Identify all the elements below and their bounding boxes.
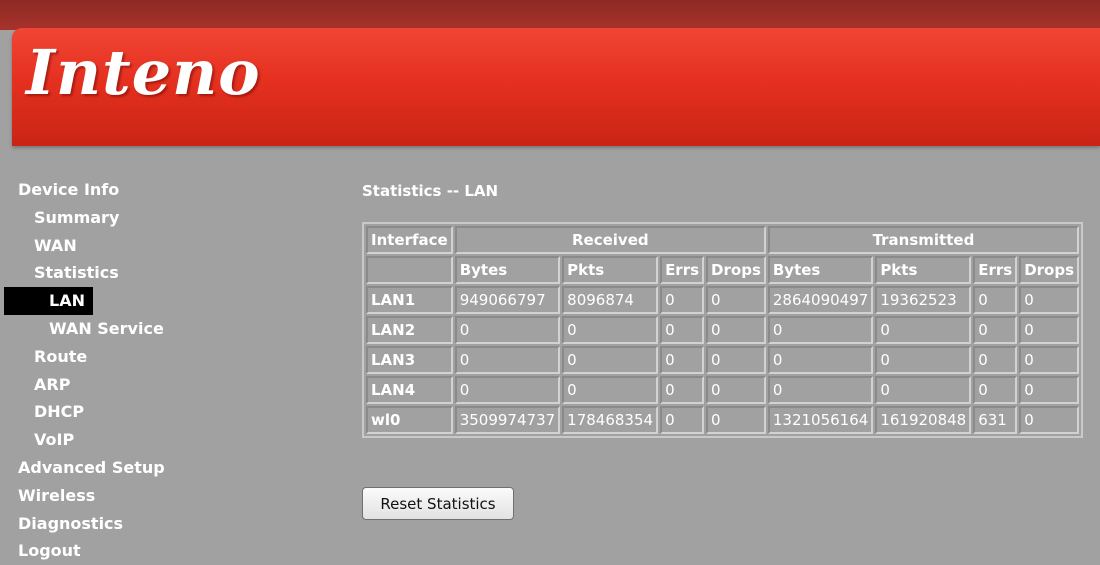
rx-pkts-cell: 0 [562,376,659,404]
interface-header: Interface [366,226,453,254]
tx-bytes-cell: 0 [767,376,874,404]
tx-drops-header: Drops [1019,256,1080,284]
tx-drops-cell: 0 [1019,316,1080,344]
rx-errs-cell: 0 [660,376,705,404]
page-title: Statistics -- LAN [362,182,499,200]
top-band [0,0,1100,30]
rx-drops-cell: 0 [706,376,766,404]
nav-route[interactable]: Route [0,343,330,371]
interface-name: LAN4 [366,376,453,404]
tx-bytes-cell: 1321056164 [767,406,874,434]
tx-drops-cell: 0 [1019,376,1080,404]
rx-pkts-cell: 178468354 [562,406,659,434]
sidebar-nav: Device Info Summary WAN Statistics LAN W… [0,176,330,565]
rx-drops-cell: 0 [706,346,766,374]
tx-errs-header: Errs [973,256,1018,284]
inteno-logo: Inteno [26,36,261,109]
rx-drops-cell: 0 [706,316,766,344]
nav-summary[interactable]: Summary [0,204,330,232]
nav-lan[interactable]: LAN [4,287,93,315]
rx-bytes-cell: 0 [454,316,561,344]
rx-pkts-cell: 8096874 [562,286,659,314]
tx-pkts-cell: 0 [875,316,972,344]
rx-bytes-cell: 949066797 [454,286,561,314]
rx-drops-cell: 0 [706,406,766,434]
nav-statistics[interactable]: Statistics [0,259,330,287]
rx-bytes-cell: 0 [454,346,561,374]
nav-advanced-setup[interactable]: Advanced Setup [0,454,330,482]
table-group-header-row: Interface Received Transmitted [366,226,1080,254]
tx-bytes-cell: 0 [767,316,874,344]
rx-bytes-header: Bytes [454,256,561,284]
interface-name: wl0 [366,406,453,434]
rx-pkts-cell: 0 [562,346,659,374]
nav-wireless[interactable]: Wireless [0,482,330,510]
tx-pkts-cell: 0 [875,376,972,404]
nav-voip[interactable]: VoIP [0,426,330,454]
tx-pkts-cell: 0 [875,346,972,374]
rx-bytes-cell: 0 [454,376,561,404]
table-row: LAN2 0 0 0 0 0 0 0 0 [366,316,1080,344]
table-row: LAN3 0 0 0 0 0 0 0 0 [366,346,1080,374]
rx-errs-cell: 0 [660,316,705,344]
tx-drops-cell: 0 [1019,286,1080,314]
tx-pkts-cell: 161920848 [875,406,972,434]
table-subheader-row: Bytes Pkts Errs Drops Bytes Pkts Errs Dr… [366,256,1080,284]
tx-errs-cell: 0 [973,376,1018,404]
rx-errs-cell: 0 [660,286,705,314]
interface-name: LAN2 [366,316,453,344]
nav-device-info[interactable]: Device Info [0,176,330,204]
table-row: LAN4 0 0 0 0 0 0 0 0 [366,376,1080,404]
interface-name: LAN1 [366,286,453,314]
received-header: Received [454,226,766,254]
nav-diagnostics[interactable]: Diagnostics [0,510,330,538]
transmitted-header: Transmitted [767,226,1080,254]
rx-pkts-header: Pkts [562,256,659,284]
tx-pkts-header: Pkts [875,256,972,284]
tx-errs-cell: 631 [973,406,1018,434]
nav-logout[interactable]: Logout [0,537,330,565]
table-row: LAN1 949066797 8096874 0 0 2864090497 19… [366,286,1080,314]
tx-errs-cell: 0 [973,316,1018,344]
nav-wan[interactable]: WAN [0,232,330,260]
blank-header-cell [366,256,453,284]
nav-arp[interactable]: ARP [0,371,330,399]
tx-bytes-cell: 2864090497 [767,286,874,314]
interface-name: LAN3 [366,346,453,374]
table-row: wl0 3509974737 178468354 0 0 1321056164 … [366,406,1080,434]
nav-wan-service[interactable]: WAN Service [0,315,330,343]
tx-errs-cell: 0 [973,346,1018,374]
rx-drops-header: Drops [706,256,766,284]
reset-statistics-button[interactable]: Reset Statistics [362,487,514,520]
lan-statistics-table: Interface Received Transmitted Bytes Pkt… [362,222,1084,438]
rx-drops-cell: 0 [706,286,766,314]
tx-drops-cell: 0 [1019,346,1080,374]
tx-bytes-cell: 0 [767,346,874,374]
rx-errs-cell: 0 [660,406,705,434]
rx-bytes-cell: 3509974737 [454,406,561,434]
rx-pkts-cell: 0 [562,316,659,344]
tx-drops-cell: 0 [1019,406,1080,434]
rx-errs-cell: 0 [660,346,705,374]
tx-bytes-header: Bytes [767,256,874,284]
tx-errs-cell: 0 [973,286,1018,314]
nav-dhcp[interactable]: DHCP [0,398,330,426]
tx-pkts-cell: 19362523 [875,286,972,314]
rx-errs-header: Errs [660,256,705,284]
